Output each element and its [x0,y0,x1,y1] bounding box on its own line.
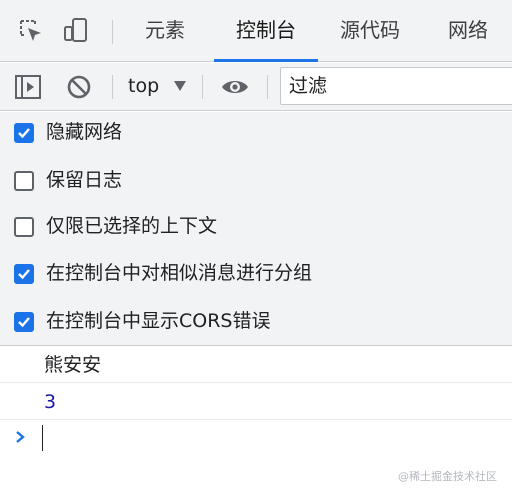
console-toolbar: top [0,63,512,111]
context-selector-label: top [128,75,160,97]
hide-network-checkbox[interactable] [14,123,34,143]
tab-sources[interactable]: 源代码 [340,0,400,62]
filter-field[interactable] [280,67,512,105]
active-tab-indicator [214,59,318,62]
console-prompt[interactable] [0,421,512,455]
console-settings-panel: 隐藏网络 保留日志 仅限已选择的上下文 在控制台中对相似消息进行分组 在控制台中… [0,112,512,346]
tab-network[interactable]: 网络 [448,0,488,62]
show-cors-checkbox[interactable] [14,312,34,332]
tab-console-label: 控制台 [236,18,296,42]
tab-elements[interactable]: 元素 [145,0,185,62]
sidebar-toggle-icon[interactable] [13,72,43,102]
context-selector[interactable]: top [128,63,159,111]
inspect-element-icon[interactable] [16,16,46,46]
setting-label: 保留日志 [46,169,123,191]
setting-label: 在控制台中对相似消息进行分组 [46,262,313,284]
live-expression-eye-icon[interactable] [220,72,250,102]
console-result-message: 3 [0,384,512,420]
tab-console[interactable]: 控制台 [214,0,318,62]
toolbar-divider [267,75,268,99]
setting-selected-context-only[interactable]: 仅限已选择的上下文 [0,211,512,241]
device-toolbar-icon[interactable] [62,16,92,46]
toolbar-divider [112,20,113,44]
setting-show-cors-errors[interactable]: 在控制台中显示CORS错误 [0,306,512,336]
setting-label: 隐藏网络 [46,121,123,143]
tab-sources-label: 源代码 [340,18,400,42]
group-similar-checkbox[interactable] [14,264,34,284]
text-cursor [42,425,43,451]
selected-context-checkbox[interactable] [14,217,34,237]
setting-group-similar[interactable]: 在控制台中对相似消息进行分组 [0,258,512,288]
log-message-text: 熊安安 [44,354,102,376]
tab-elements-label: 元素 [145,18,185,42]
setting-preserve-log[interactable]: 保留日志 [0,165,512,195]
dropdown-arrow-icon[interactable] [174,81,186,91]
tab-network-label: 网络 [448,18,488,42]
clear-console-icon[interactable] [64,72,94,102]
devtools-tab-bar: 元素 控制台 源代码 网络 [0,0,512,62]
setting-hide-network[interactable]: 隐藏网络 [0,117,512,147]
result-value-text: 3 [44,391,57,413]
setting-label: 仅限已选择的上下文 [46,215,218,237]
toolbar-divider [202,75,203,99]
console-log-message: 熊安安 [0,347,512,383]
setting-label: 在控制台中显示CORS错误 [46,310,271,332]
prompt-chevron-icon [16,431,25,443]
toolbar-divider [112,75,113,99]
preserve-log-checkbox[interactable] [14,171,34,191]
watermark: @稀土掘金技术社区 [398,470,497,483]
filter-input[interactable] [281,68,512,104]
